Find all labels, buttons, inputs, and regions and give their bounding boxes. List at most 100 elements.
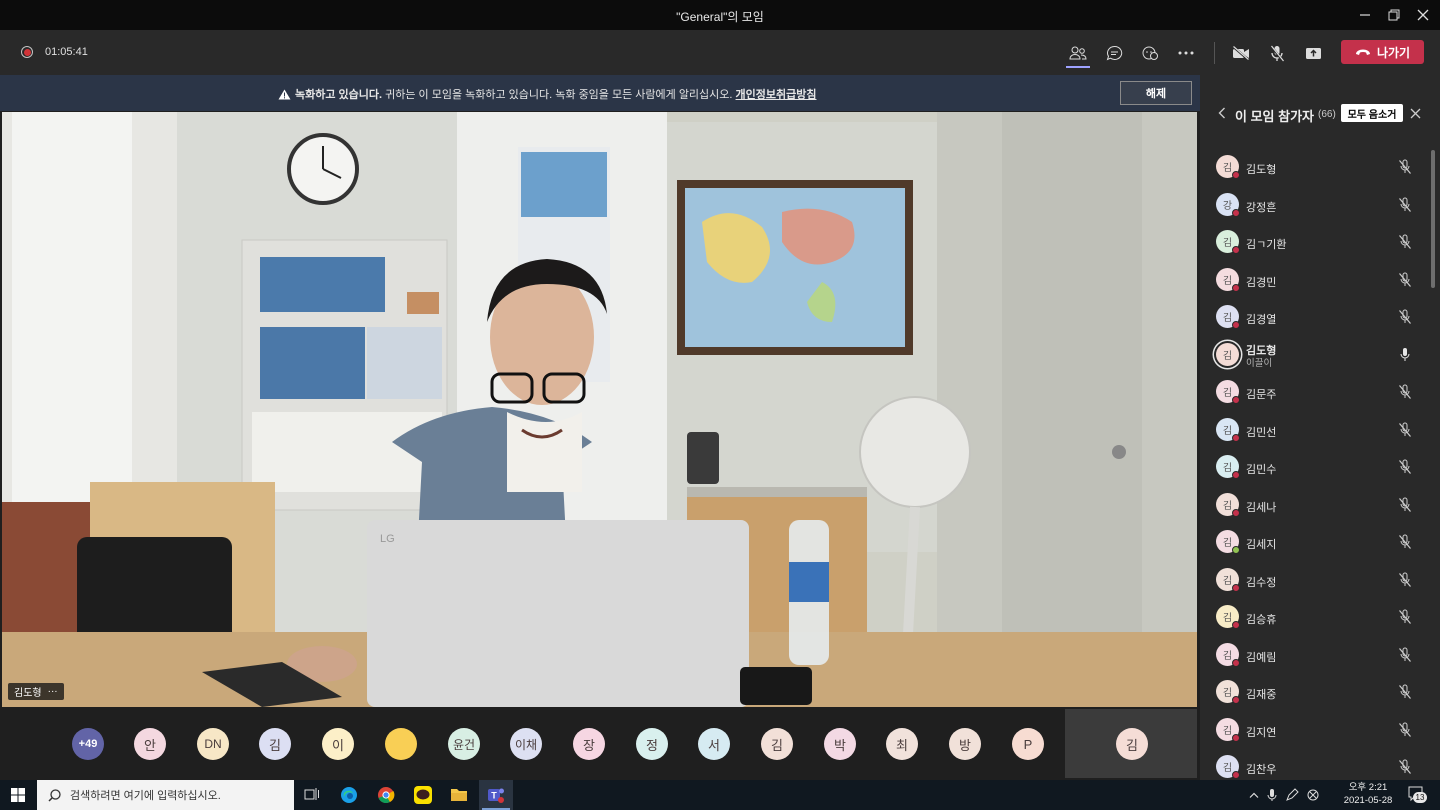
chevron-left-icon[interactable] [1218,107,1226,119]
strip-avatar[interactable]: 장 [573,728,605,760]
participants-active-underline [1066,66,1090,68]
panel-scrollbar[interactable] [1431,150,1435,288]
strip-avatar[interactable]: 최 [886,728,918,760]
taskbar-teams-button[interactable]: T [479,780,513,810]
mic-muted-icon [1398,422,1412,438]
participant-row[interactable]: 김 김도형 [1200,149,1430,185]
network-icon[interactable] [1307,789,1319,801]
taskbar-edge-button[interactable] [340,786,358,809]
camera-toggle-button[interactable] [1228,40,1254,66]
mic-off-icon [1270,44,1284,62]
participant-name: 김ㄱ기환 [1246,239,1287,251]
strip-avatar[interactable]: P [1012,728,1044,760]
meeting-toolbar [0,30,1440,75]
presence-status-icon [1232,209,1240,217]
kakaotalk-icon [414,786,432,804]
leave-button[interactable]: 나가기 [1341,40,1424,64]
svg-text:T: T [491,791,497,801]
teams-icon: T [488,788,504,803]
taskbar-clock[interactable]: 오후 2:21 2021-05-28 [1343,781,1393,807]
strip-active-avatar[interactable]: 김 [1116,728,1148,760]
participant-row[interactable]: 김 김민선 [1200,412,1430,448]
main-video-feed: LG [2,112,1197,707]
privacy-policy-link[interactable]: 개인정보취급방침 [736,89,817,101]
dismiss-banner-button[interactable]: 해제 [1120,81,1192,105]
pen-icon[interactable] [1285,788,1299,802]
task-view-icon [304,788,319,800]
reactions-button[interactable] [1137,40,1163,66]
close-icon [1417,9,1429,21]
participant-name: 김민선 [1246,427,1277,439]
strip-avatar[interactable] [385,728,417,760]
video-frame-image: LG [2,112,1197,707]
participant-row[interactable]: 김 김예림 [1200,637,1430,673]
participant-row[interactable]: 김 김민수 [1200,449,1430,485]
folder-icon [451,789,467,801]
strip-avatar[interactable]: 김 [761,728,793,760]
start-button[interactable] [11,788,25,807]
mic-toggle-button[interactable] [1264,40,1290,66]
strip-avatar[interactable]: 서 [698,728,730,760]
chat-button[interactable] [1101,40,1127,66]
hangup-icon [1355,49,1370,55]
participant-row[interactable]: 김 김세지 [1200,524,1430,560]
toolbar-divider [1214,42,1215,64]
notification-count-badge: 13 [1413,792,1427,803]
taskbar-kakaotalk-button[interactable] [413,785,433,810]
strip-avatar[interactable]: 방 [949,728,981,760]
speaker-name-chip: 김도형 ··· [8,683,64,700]
participant-row[interactable]: 김 김문주 [1200,374,1430,410]
share-screen-button[interactable] [1300,40,1326,66]
taskbar-chrome-button[interactable] [377,786,395,809]
participants-button[interactable] [1065,40,1091,66]
taskbar-explorer-button[interactable] [450,786,468,807]
task-view-button[interactable] [304,787,320,806]
participant-name: 강정흔 [1246,202,1277,214]
recording-indicator-icon [21,46,33,58]
presence-status-icon [1232,246,1240,254]
chrome-icon [378,787,395,804]
participant-row[interactable]: 김 김세나 [1200,487,1430,523]
strip-avatar[interactable]: 윤건 [448,728,480,760]
participant-row[interactable]: 김 김ㄱ기환 [1200,224,1430,260]
more-actions-button[interactable] [1173,40,1199,66]
chevron-up-icon[interactable] [1249,791,1259,799]
recording-banner: 녹화하고 있습니다. 귀하는 이 모임을 녹화하고 있습니다. 녹화 중임을 모… [0,75,1200,111]
strip-avatar[interactable]: 이 [322,728,354,760]
participant-name: 김도형 [1246,164,1277,176]
mic-tray-icon[interactable] [1267,788,1277,802]
presence-status-icon [1232,471,1240,479]
presence-status-icon [1232,734,1240,742]
speaker-more-button[interactable]: ··· [48,686,58,697]
participant-row[interactable]: 김 김수정 [1200,562,1430,598]
presence-status-icon [1232,321,1240,329]
system-tray [1249,780,1327,810]
strip-avatar[interactable]: 이채 [510,728,542,760]
mute-all-button[interactable]: 모두 음소거 [1341,104,1403,122]
strip-avatar[interactable]: 김 [259,728,291,760]
presence-status-icon [1232,396,1240,404]
edge-icon [341,787,357,803]
mic-muted-icon [1398,159,1412,175]
raise-hand-icon [1142,46,1158,60]
close-window-button[interactable] [1406,0,1440,30]
participant-row[interactable]: 김 김승휴 [1200,599,1430,635]
participant-row[interactable]: 김 김재중 [1200,674,1430,710]
strip-avatar[interactable]: DN [197,728,229,760]
recording-message: 녹화하고 있습니다. 귀하는 이 모임을 녹화하고 있습니다. 녹화 중임을 모… [278,86,817,102]
participant-row[interactable]: 김 김경민 [1200,262,1430,298]
participant-row[interactable]: 김 김경열 [1200,299,1430,335]
presence-status-icon [1232,659,1240,667]
mic-muted-icon [1398,647,1412,663]
participant-name: 김경민 [1246,277,1277,289]
taskbar-search-input[interactable]: 검색하려면 여기에 입력하십시오. [37,780,294,810]
participant-row[interactable]: 김 김지연 [1200,712,1430,748]
strip-avatar[interactable]: 정 [636,728,668,760]
overflow-participants-button[interactable]: +49 [72,728,104,760]
strip-avatar[interactable]: 안 [134,728,166,760]
notification-center-button[interactable]: 13 [1408,786,1427,808]
participant-row[interactable]: 강 강정흔 [1200,187,1430,223]
close-panel-icon[interactable] [1410,108,1421,119]
participant-row[interactable]: 김 김도형 이끌이 [1200,337,1430,373]
strip-avatar[interactable]: 박 [824,728,856,760]
